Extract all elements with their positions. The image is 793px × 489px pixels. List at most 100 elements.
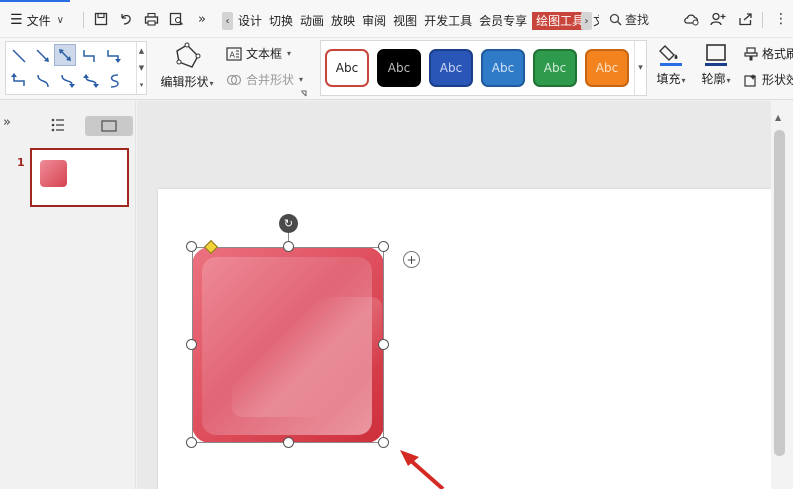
search-icon <box>609 13 622 26</box>
merge-shape-button[interactable]: 合并形状 ▾ <box>226 71 303 88</box>
tabs-scroll-right[interactable]: › <box>581 12 592 30</box>
line-shape-elbow[interactable] <box>78 45 100 67</box>
print-preview-icon[interactable] <box>167 10 185 28</box>
dialog-launcher-icon[interactable] <box>300 90 307 97</box>
slide-number: 1 <box>17 156 25 169</box>
scroll-up-icon[interactable]: ▲ <box>775 113 781 122</box>
search-label: 查找 <box>625 13 650 27</box>
vertical-scrollbar[interactable]: ▲ <box>771 101 793 489</box>
shape-style-gallery: Abc Abc Abc Abc Abc Abc ▾ <box>320 40 647 96</box>
more-vertical-icon[interactable]: ⋮ <box>772 10 790 28</box>
resize-handle-top[interactable] <box>283 241 294 252</box>
line-shape-curve[interactable] <box>32 70 54 92</box>
line-shape-freeform[interactable] <box>104 70 126 92</box>
line-shape-elbow-arrow[interactable] <box>102 45 124 67</box>
outline-icon <box>705 44 727 66</box>
shape-style-swatch[interactable]: Abc <box>377 49 421 87</box>
expand-panel-icon[interactable]: » <box>3 115 11 130</box>
outline-view-icon[interactable] <box>51 118 65 132</box>
tab-review[interactable]: 审阅 <box>360 12 388 30</box>
ribbon-tabs: 设计 切换 动画 放映 审阅 视图 开发工具 会员专享 绘图工具 文 <box>236 12 602 30</box>
slides-panel: » 1 <box>0 101 136 489</box>
save-icon[interactable] <box>92 10 110 28</box>
plus-icon[interactable]: + <box>403 251 420 268</box>
tab-animation[interactable]: 动画 <box>298 12 326 30</box>
outline-label: 轮廓 <box>701 72 726 86</box>
swatch-label: Abc <box>491 61 515 75</box>
slides-view-button[interactable] <box>85 116 133 136</box>
print-icon[interactable] <box>142 10 160 28</box>
tab-drawing-tools[interactable]: 绘图工具 <box>532 12 589 30</box>
fill-label: 填充 <box>656 72 681 86</box>
tab-view[interactable]: 视图 <box>391 12 419 30</box>
resize-handle-bottom[interactable] <box>283 437 294 448</box>
swatch-label: Abc <box>595 61 619 75</box>
merge-shape-icon <box>226 74 242 85</box>
annotation-arrow-icon <box>400 450 445 489</box>
line-shape-curve-arrow[interactable] <box>56 70 78 92</box>
resize-handle-left[interactable] <box>186 339 197 350</box>
ribbon-toolbar: ▲ ▼ ▾ 编辑形状▾ A 文本框 ▾ 合并形状 ▾ Abc Abc Abc Abc A… <box>0 38 793 100</box>
rotate-icon[interactable]: ↻ <box>279 214 298 233</box>
file-menu-label: 文件 <box>26 13 51 28</box>
shape-style-swatch[interactable]: Abc <box>325 49 369 87</box>
shape-gloss <box>232 297 382 417</box>
tab-design[interactable]: 设计 <box>236 12 264 30</box>
edit-shape-label: 编辑形状 <box>160 75 209 89</box>
fill-bucket-icon <box>659 45 682 66</box>
tab-text-tools[interactable]: 文 <box>591 12 599 30</box>
svg-text:A: A <box>230 50 236 59</box>
line-shape-curve-double[interactable] <box>80 70 102 92</box>
format-painter-button[interactable]: 格式刷 <box>744 45 793 62</box>
user-add-icon[interactable] <box>709 10 727 28</box>
shape-inner-bevel <box>202 257 382 435</box>
shape-style-swatch[interactable]: Abc <box>585 49 629 87</box>
cloud-icon[interactable] <box>682 10 700 28</box>
slide-thumbnail[interactable] <box>30 148 129 207</box>
line-shape-arrow[interactable] <box>32 45 54 67</box>
text-box-label: 文本框 <box>246 47 283 61</box>
line-gallery-scroll[interactable]: ▲ ▼ ▾ <box>136 42 146 94</box>
divider <box>83 12 84 28</box>
format-painter-icon <box>744 46 758 60</box>
line-shape-elbow-double[interactable] <box>8 70 30 92</box>
edit-shape-icon <box>176 42 201 68</box>
shape-effect-icon <box>744 73 756 87</box>
swatch-label: Abc <box>335 61 359 75</box>
chevron-down-icon: ∨ <box>56 14 64 26</box>
search-button[interactable]: 查找 <box>609 11 649 28</box>
file-menu-button[interactable]: ☰ 文件 ∨ <box>10 11 64 29</box>
tab-slideshow[interactable]: 放映 <box>329 12 357 30</box>
share-icon[interactable] <box>736 10 754 28</box>
swatch-label: Abc <box>543 61 567 75</box>
undo-icon[interactable] <box>117 10 135 28</box>
line-shape-straight[interactable] <box>8 45 30 67</box>
text-box-icon: A <box>226 46 242 61</box>
shape-style-swatch[interactable]: Abc <box>481 49 525 87</box>
double-chevron-icon[interactable]: » <box>193 10 211 28</box>
resize-handle-bottom-right[interactable] <box>378 437 389 448</box>
tab-transition[interactable]: 切换 <box>267 12 295 30</box>
outline-button[interactable]: 轮廓▾ <box>698 42 734 87</box>
text-box-button[interactable]: A 文本框 ▾ <box>226 45 291 62</box>
hamburger-icon: ☰ <box>10 12 23 28</box>
resize-handle-top-left[interactable] <box>186 241 197 252</box>
edit-shape-button[interactable]: 编辑形状▾ <box>158 42 216 90</box>
style-gallery-more[interactable]: ▾ <box>634 41 646 95</box>
rounded-rectangle-shape[interactable] <box>192 247 384 443</box>
format-painter-label: 格式刷 <box>762 47 793 61</box>
shape-style-swatch[interactable]: Abc <box>533 49 577 87</box>
tab-member[interactable]: 会员专享 <box>477 12 529 30</box>
shape-style-swatch[interactable]: Abc <box>429 49 473 87</box>
scrollbar-thumb[interactable] <box>774 130 785 456</box>
tab-developer[interactable]: 开发工具 <box>422 12 474 30</box>
shape-effect-label: 形状效 <box>762 73 793 87</box>
resize-handle-bottom-left[interactable] <box>186 437 197 448</box>
resize-handle-top-right[interactable] <box>378 241 389 252</box>
fill-button[interactable]: 填充▾ <box>654 42 688 87</box>
resize-handle-right[interactable] <box>378 339 389 350</box>
shape-effect-button[interactable]: 形状效 <box>744 71 793 88</box>
line-shape-double-arrow[interactable] <box>54 44 76 66</box>
tabs-scroll-left[interactable]: ‹ <box>222 12 233 30</box>
thumbnail-shape <box>40 160 67 187</box>
